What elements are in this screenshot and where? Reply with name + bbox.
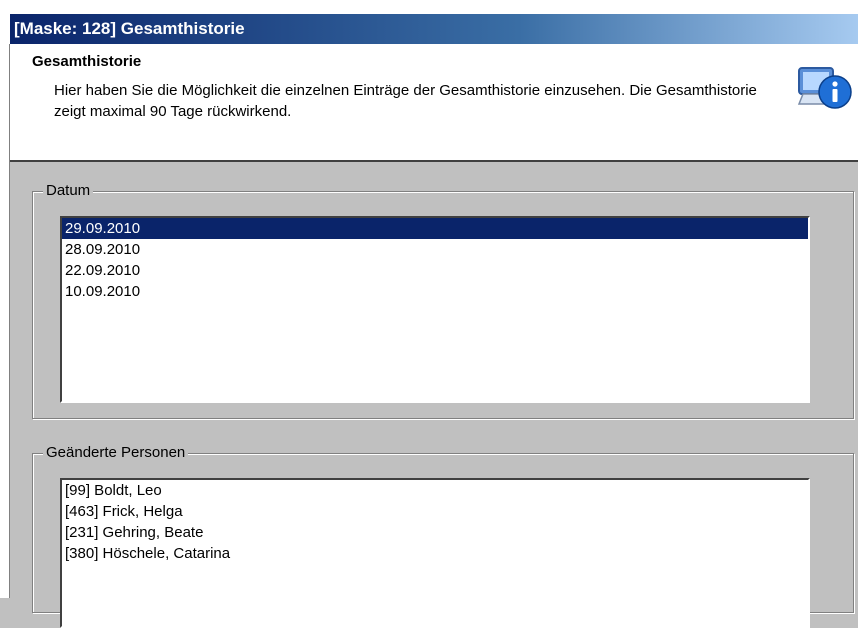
list-item[interactable]: [231] Gehring, Beate bbox=[62, 522, 808, 543]
datum-group: Datum 29.09.2010 28.09.2010 22.09.2010 1… bbox=[32, 182, 854, 419]
datum-legend: Datum bbox=[43, 182, 94, 199]
personen-legend: Geänderte Personen bbox=[43, 444, 189, 461]
header-description: Hier haben Sie die Möglichkeit die einze… bbox=[54, 82, 757, 120]
left-strip bbox=[0, 44, 10, 598]
header-panel: Gesamthistorie Hier haben Sie die Möglic… bbox=[10, 44, 858, 162]
list-item[interactable]: 28.09.2010 bbox=[62, 239, 808, 260]
personen-group: Geänderte Personen [99] Boldt, Leo [463]… bbox=[32, 444, 854, 628]
window-title: [Maske: 128] Gesamthistorie bbox=[10, 14, 858, 44]
window-titlebar: [Maske: 128] Gesamthistorie bbox=[0, 0, 858, 44]
list-item[interactable]: 22.09.2010 bbox=[62, 260, 808, 281]
info-icon bbox=[797, 67, 852, 109]
list-item[interactable]: [380] Höschele, Catarina bbox=[62, 543, 808, 564]
list-item[interactable]: 10.09.2010 bbox=[62, 281, 808, 302]
list-item[interactable]: 29.09.2010 bbox=[62, 218, 808, 239]
header-title: Gesamthistorie bbox=[32, 53, 142, 70]
list-item[interactable]: [463] Frick, Helga bbox=[62, 501, 808, 522]
personen-listbox[interactable]: [99] Boldt, Leo [463] Frick, Helga [231]… bbox=[60, 478, 810, 628]
list-item[interactable]: [99] Boldt, Leo bbox=[62, 480, 808, 501]
datum-listbox[interactable]: 29.09.2010 28.09.2010 22.09.2010 10.09.2… bbox=[60, 216, 810, 403]
